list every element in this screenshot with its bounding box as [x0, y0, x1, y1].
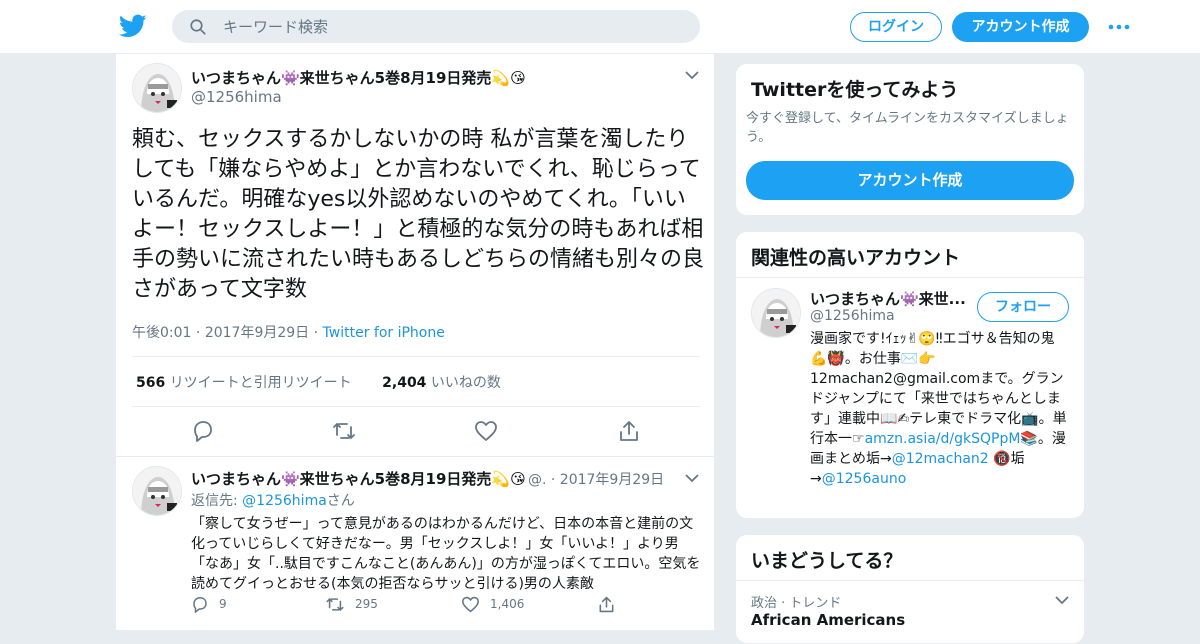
retweet-label: リツイートと引用リツイート: [169, 375, 352, 391]
divider: [736, 277, 1084, 278]
reply-icon: [193, 596, 207, 614]
reply-like-count: 1,406: [490, 597, 525, 611]
divider: [736, 580, 1084, 581]
login-button[interactable]: ログイン: [850, 12, 942, 42]
like-count: 2,404: [382, 375, 427, 391]
reply-handle-date[interactable]: @. · 2017年9月29日: [528, 469, 664, 489]
trends-card-title: いまどうしてる？: [751, 550, 903, 572]
reply-to-label: 返信先:: [191, 493, 238, 509]
avatar-illustration: [133, 64, 181, 112]
like-stat[interactable]: 2,404 いいねの数: [382, 375, 501, 391]
chevron-down-icon[interactable]: [1054, 594, 1070, 606]
reply-text: 「察して女うぜー」って意見があるのはわかるんだけど、日本の本音と建前の文化ってい…: [191, 516, 701, 592]
meta-separator: ·: [313, 325, 319, 341]
signup-card: Twitterを使ってみよう 今すぐ登録して、タイムラインをカスタマイズしましょ…: [735, 63, 1085, 216]
tweet-time[interactable]: 午後0:01: [132, 325, 191, 341]
chevron-down-icon[interactable]: [684, 69, 700, 81]
meta-separator: ·: [195, 325, 201, 341]
signup-button[interactable]: アカウント作成: [952, 12, 1089, 42]
signup-card-title: Twitterを使ってみよう: [751, 79, 959, 101]
divider: [132, 406, 700, 407]
reply-retweet-count: 295: [355, 597, 378, 611]
reply-retweet-action[interactable]: 295: [325, 596, 378, 613]
search-input[interactable]: [223, 11, 683, 42]
reply-icon[interactable]: [191, 420, 215, 442]
tweet-stats: 566 リツイートと引用リツイート 2,404 いいねの数: [136, 372, 501, 392]
follow-button[interactable]: フォロー: [977, 292, 1069, 322]
reply-reply-action[interactable]: 9: [191, 596, 227, 614]
search-icon: [190, 19, 206, 35]
avatar-illustration: [752, 289, 800, 337]
divider: [132, 356, 700, 357]
reply-to-line: 返信先: @1256himaさん: [191, 490, 355, 510]
bio-text: 漫画家です!ｲｪｯ✌🙄‼エゴサ＆告知の鬼💪👹。お仕事✉️👉12machan2@g…: [810, 331, 1067, 447]
retweet-icon[interactable]: [332, 420, 356, 442]
like-heart-icon: [461, 596, 480, 613]
reply-tweet[interactable]: いつまちゃん👾来世ちゃん5巻8月19日発売💫😘 @. · 2017年9月29日 …: [116, 456, 714, 630]
reply-count: 9: [219, 597, 227, 611]
share-icon: [599, 596, 614, 613]
retweet-stat[interactable]: 566 リツイートと引用リツイート: [136, 375, 352, 391]
share-icon[interactable]: [617, 420, 641, 442]
related-accounts-card: 関連性の高いアカウント いつまちゃん👾来世... @1256hima フォロー …: [735, 231, 1085, 519]
reply-to-handle-link[interactable]: @1256hima: [242, 493, 327, 509]
bio-amazon-link[interactable]: amzn.asia/d/gkSQPpM: [865, 431, 1021, 447]
related-account-bio: 漫画家です!ｲｪｯ✌🙄‼エゴサ＆告知の鬼💪👹。お仕事✉️👉12machan2@g…: [810, 329, 1068, 489]
signup-card-subtitle: 今すぐ登録して、タイムラインをカスタマイズしましょう。: [746, 111, 1069, 145]
tweet-meta: 午後0:01 · 2017年9月29日 · Twitter for iPhone: [132, 322, 445, 342]
search-box[interactable]: [172, 10, 700, 43]
reply-like-action[interactable]: 1,406: [461, 596, 524, 613]
signup-card-button[interactable]: アカウント作成: [746, 161, 1074, 200]
reply-author-name[interactable]: いつまちゃん👾来世ちゃん5巻8月19日発売💫😘: [191, 468, 526, 489]
related-card-title: 関連性の高いアカウント: [751, 247, 961, 269]
avatar[interactable]: [751, 288, 801, 338]
bio-handle-link[interactable]: @1256auno: [822, 471, 907, 487]
tweet-source-link[interactable]: Twitter for iPhone: [323, 325, 445, 341]
reply-share-action[interactable]: [597, 596, 626, 613]
retweet-count: 566: [136, 375, 166, 391]
tweet-column: いつまちゃん👾来世ちゃん5巻8月19日発売💫😘 @1256hima 頼む、セック…: [115, 54, 715, 630]
related-account-handle[interactable]: @1256hima: [810, 308, 895, 324]
trend-item[interactable]: African Americans: [751, 611, 905, 629]
tweet-date[interactable]: 2017年9月29日: [205, 325, 309, 341]
chevron-down-icon[interactable]: [684, 472, 700, 484]
author-handle[interactable]: @1256hima: [191, 88, 282, 106]
retweet-icon: [326, 597, 344, 612]
avatar[interactable]: [132, 63, 182, 113]
author-name[interactable]: いつまちゃん👾来世ちゃん5巻8月19日発売💫😘: [191, 67, 526, 88]
more-dots-icon[interactable]: [1107, 17, 1131, 37]
like-heart-icon[interactable]: [474, 420, 498, 442]
bio-handle-link[interactable]: @12machan2: [892, 451, 989, 467]
twitter-bird-icon[interactable]: [119, 12, 147, 40]
top-navigation-bar: ログイン アカウント作成: [0, 0, 1200, 54]
trends-card: いまどうしてる？ 政治 · トレンド African Americans: [735, 534, 1085, 644]
tweet-text: 頼む、セックスするかしないかの時 私が言葉を濁したりしても「嫌ならやめよ」とか言…: [132, 127, 705, 302]
related-account-name[interactable]: いつまちゃん👾来世...: [810, 288, 970, 309]
like-label: いいねの数: [430, 375, 501, 391]
avatar[interactable]: [132, 466, 182, 516]
reply-to-suffix: さん: [326, 493, 355, 509]
avatar-illustration: [133, 467, 181, 515]
trend-category: 政治 · トレンド: [751, 596, 842, 611]
